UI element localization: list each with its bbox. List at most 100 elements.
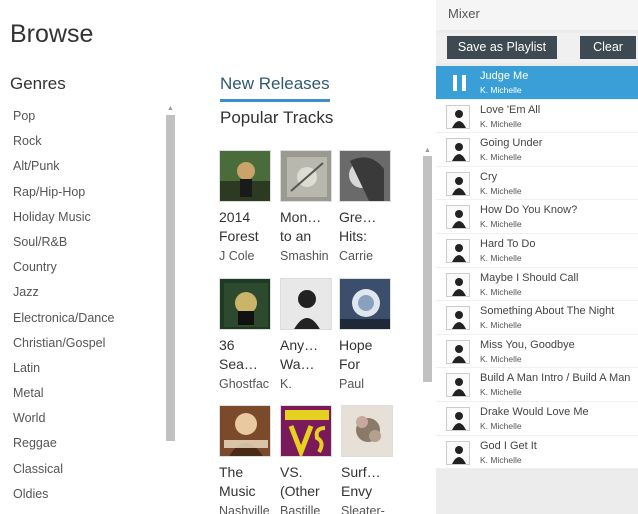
tab-new-releases[interactable]: New Releases [220, 74, 330, 102]
album-art[interactable] [280, 405, 332, 457]
track-artist[interactable]: Paul [339, 374, 393, 394]
track-card[interactable]: Any… Wa… K. [280, 278, 334, 394]
genre-item[interactable]: Christian/Gospel [0, 331, 162, 356]
queue-item[interactable]: Cry K. Michelle [436, 166, 638, 201]
queue-item-playing[interactable]: Judge Me K. Michelle [436, 66, 638, 100]
queue-track-artist: K. Michelle [480, 252, 522, 263]
genre-scrollbar[interactable]: ▲ [164, 102, 175, 514]
track-card[interactable]: Mon… to an Smashin [280, 150, 334, 266]
track-title[interactable]: The Music [219, 463, 273, 501]
queue-track-artist: K. Michelle [480, 85, 522, 95]
queue-track-artist: K. Michelle [480, 286, 522, 297]
queue-item[interactable]: Love 'Em All K. Michelle [436, 99, 638, 134]
album-art[interactable] [339, 278, 391, 330]
track-artist[interactable]: Bastille [280, 501, 334, 514]
tracks-scrollbar[interactable]: ▲ [421, 142, 432, 514]
track-title[interactable]: 36 Sea… [219, 336, 273, 374]
track-artist[interactable]: Smashin [280, 246, 334, 266]
track-card[interactable]: 36 Sea… Ghostfac [219, 278, 273, 394]
tracks-scrollbar-thumb[interactable] [423, 156, 432, 382]
queue-track-title: Drake Would Love Me [480, 405, 589, 418]
track-card[interactable]: Hope For Paul [339, 278, 393, 394]
track-artist[interactable]: K. [280, 374, 334, 394]
save-as-playlist-button[interactable]: Save as Playlist [447, 36, 557, 59]
queue-item[interactable]: Going Under K. Michelle [436, 133, 638, 167]
track-title[interactable]: Hope For [339, 336, 393, 374]
mixer-toolbar: Save as Playlist Clear [436, 33, 638, 63]
queue-item[interactable]: Build A Man Intro / Build A Man K. Miche… [436, 368, 638, 402]
album-art[interactable] [219, 278, 271, 330]
clear-button[interactable]: Clear [580, 36, 636, 59]
album-art[interactable] [219, 405, 271, 457]
queue-track-artist: K. Michelle [480, 219, 522, 230]
album-art[interactable] [219, 150, 271, 202]
genre-item[interactable]: Latin [0, 356, 162, 381]
track-artist[interactable]: Nashville [219, 501, 273, 514]
track-card[interactable]: 2014 Forest J Cole [219, 150, 273, 266]
scroll-up-arrow-icon[interactable]: ▲ [423, 146, 432, 155]
track-title[interactable]: Surf… Envy [341, 463, 395, 501]
tab-popular-tracks[interactable]: Popular Tracks [220, 108, 333, 128]
queue-track-artist: K. Michelle [480, 387, 522, 398]
scroll-up-arrow-icon[interactable]: ▲ [166, 104, 175, 113]
track-card[interactable]: Gre… Hits: Carrie [339, 150, 393, 266]
genre-item[interactable]: Pop [0, 104, 162, 129]
album-thumb-icon [446, 205, 470, 230]
track-title[interactable]: VS. (Other [280, 463, 334, 501]
queue-track-title: Miss You, Goodbye [480, 338, 575, 351]
track-title[interactable]: 2014 Forest [219, 208, 273, 246]
genre-item[interactable]: Jazz [0, 280, 162, 305]
genre-item[interactable]: Reggae [0, 431, 162, 456]
album-art[interactable] [341, 405, 393, 457]
queue-item[interactable]: Miss You, Goodbye K. Michelle [436, 334, 638, 369]
album-thumb-icon [446, 272, 470, 297]
album-art[interactable] [280, 150, 332, 202]
queue-item[interactable]: How Do You Know? K. Michelle [436, 200, 638, 234]
queue-track-title: Build A Man Intro / Build A Man [480, 372, 631, 385]
queue-item[interactable]: Maybe I Should Call K. Michelle [436, 267, 638, 302]
queue-track-artist: K. Michelle [480, 454, 522, 465]
mixer-queue: Judge Me K. Michelle Love 'Em All K. Mic… [436, 66, 638, 470]
album-thumb-icon [446, 406, 470, 431]
queue-track-title: God I Get It [480, 439, 537, 452]
track-title[interactable]: Any… Wa… [280, 336, 334, 374]
genre-item[interactable]: Electronica/Dance [0, 306, 162, 331]
genre-item[interactable]: Holiday Music [0, 205, 162, 230]
album-thumb-icon [446, 138, 470, 163]
queue-track-title: Cry [480, 170, 498, 183]
genre-item[interactable]: Metal [0, 381, 162, 406]
album-thumb-icon [446, 238, 470, 263]
genre-item[interactable]: World [0, 406, 162, 431]
album-thumb-icon [446, 171, 470, 196]
album-art[interactable] [339, 150, 391, 202]
genre-item[interactable]: Soul/R&B [0, 230, 162, 255]
track-artist[interactable]: Carrie [339, 246, 393, 266]
genre-item[interactable]: Rap/Hip-Hop [0, 180, 162, 205]
track-title[interactable]: Mon… to an [280, 208, 334, 246]
genre-item[interactable]: Alt/Punk [0, 154, 162, 179]
track-card[interactable]: The Music Nashville [219, 405, 273, 514]
genre-item[interactable]: Classical [0, 457, 162, 482]
genre-scrollbar-thumb[interactable] [166, 115, 175, 441]
genre-item[interactable]: Country [0, 255, 162, 280]
queue-item[interactable]: Something About The Night K. Michelle [436, 301, 638, 335]
track-artist[interactable]: Ghostfac [219, 374, 273, 394]
queue-track-artist: K. Michelle [480, 420, 522, 431]
genre-list: Pop Rock Alt/Punk Rap/Hip-Hop Holiday Mu… [0, 104, 162, 514]
track-card[interactable]: VS. (Other Bastille [280, 405, 334, 514]
genre-item[interactable]: Rock [0, 129, 162, 154]
album-art[interactable] [280, 278, 332, 330]
album-thumb-icon [446, 440, 470, 465]
track-card[interactable]: Surf… Envy Sleater- [341, 405, 395, 514]
track-title[interactable]: Gre… Hits: [339, 208, 393, 246]
pause-icon[interactable] [453, 75, 467, 91]
queue-track-title: Going Under [480, 137, 543, 150]
mixer-title: Mixer [436, 0, 638, 30]
genre-item[interactable]: Oldies [0, 482, 162, 507]
queue-item[interactable]: Hard To Do K. Michelle [436, 233, 638, 268]
queue-track-artist: K. Michelle [480, 320, 522, 331]
queue-item[interactable]: Drake Would Love Me K. Michelle [436, 401, 638, 436]
track-artist[interactable]: Sleater- [341, 501, 395, 514]
queue-item[interactable]: God I Get It K. Michelle [436, 435, 638, 470]
track-artist[interactable]: J Cole [219, 246, 273, 266]
